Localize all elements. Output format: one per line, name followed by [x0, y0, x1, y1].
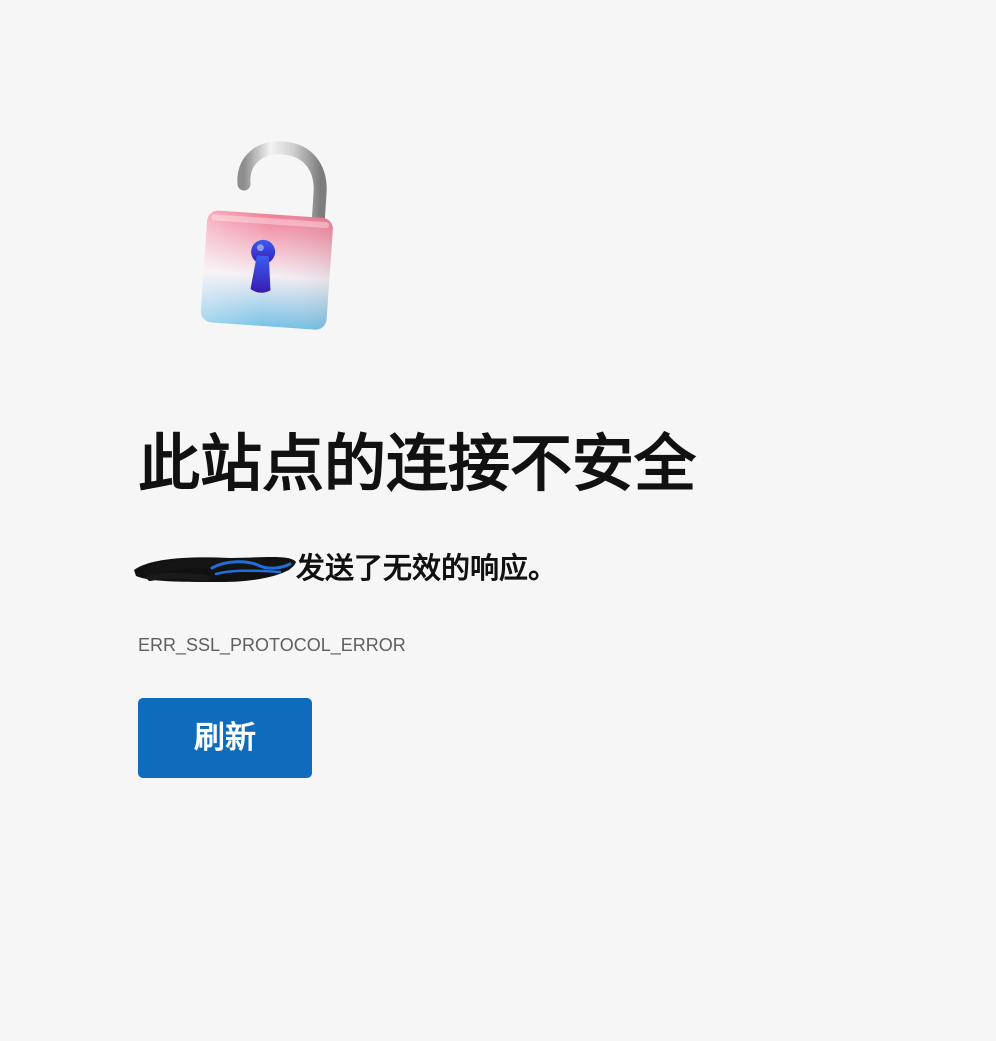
- unlocked-padlock-icon: [190, 138, 340, 338]
- error-code: ERR_SSL_PROTOCOL_ERROR: [138, 635, 406, 655]
- message-text: 发送了无效的响应。: [296, 551, 558, 585]
- page-title: 此站点的连接不安全: [138, 427, 697, 500]
- refresh-button[interactable]: 刷新: [138, 698, 312, 778]
- redacted-hostname: [134, 548, 296, 588]
- error-message: 发送了无效的响应。: [134, 546, 558, 590]
